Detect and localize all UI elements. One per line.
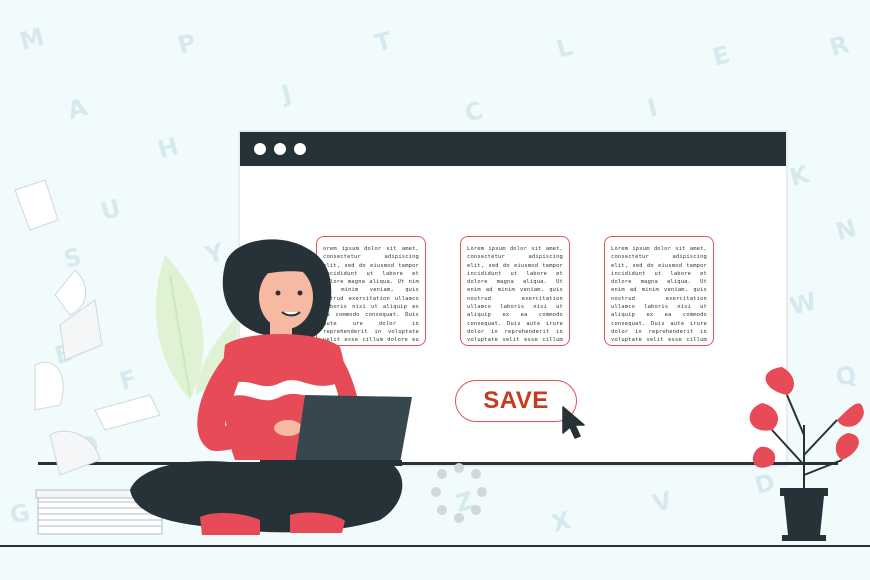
plant-icon — [749, 367, 864, 541]
bg-letter: C — [461, 96, 486, 128]
text-card: Lorem ipsum dolor sit amet, consectetur … — [460, 236, 570, 346]
window-dot-icon — [254, 143, 266, 155]
bg-letter: H — [154, 131, 182, 165]
loading-spinner-icon — [431, 463, 487, 523]
bg-letter: V — [649, 486, 675, 518]
bg-letter: M — [16, 22, 48, 56]
card-paragraph: Lorem ipsum dolor sit amet, consectetur … — [611, 246, 707, 344]
bg-letter: I — [644, 93, 661, 123]
bg-letter: N — [832, 213, 860, 247]
bg-letter: G — [6, 497, 33, 531]
illustration-scene: M P T L E R A J C I H U S Y B F O G K N … — [0, 0, 870, 580]
bg-letter: T — [371, 26, 395, 58]
bg-letter: W — [786, 287, 820, 321]
browser-titlebar — [240, 132, 786, 166]
text-card: Lorem ipsum dolor sit amet, consectetur … — [604, 236, 714, 346]
bg-letter: J — [278, 79, 295, 109]
bg-letter: L — [553, 32, 576, 64]
save-button[interactable]: SAVE — [455, 380, 577, 422]
window-dot-icon — [274, 143, 286, 155]
bg-letter: X — [548, 506, 574, 538]
card-paragraph: Lorem ipsum dolor sit amet, consectetur … — [467, 246, 563, 344]
window-dot-icon — [294, 143, 306, 155]
ground-line — [0, 545, 870, 547]
bg-letter: R — [826, 30, 852, 62]
bg-letter: E — [709, 40, 733, 72]
cursor-arrow-icon — [562, 406, 585, 439]
bg-letter: P — [174, 28, 199, 60]
bg-letter: K — [786, 160, 812, 192]
woman-with-laptop — [130, 239, 412, 535]
bg-letter: A — [64, 93, 90, 125]
